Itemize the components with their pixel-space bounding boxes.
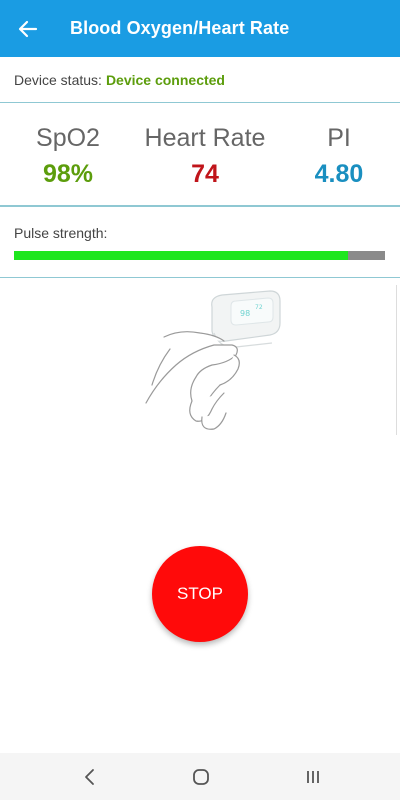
stop-button-label: STOP <box>177 584 223 603</box>
pulse-strength-fill <box>14 251 348 260</box>
heart-rate-metric: Heart Rate 74 <box>135 122 275 190</box>
arrow-left-icon <box>18 20 38 37</box>
device-status-label: Device status: <box>14 71 102 88</box>
back-nav-icon[interactable] <box>78 765 102 789</box>
back-button[interactable] <box>0 0 56 57</box>
spo2-metric: SpO2 98% <box>20 122 116 190</box>
finger-oximeter-illustration: 98 72 <box>140 285 290 435</box>
scroll-edge <box>396 285 400 435</box>
pulse-strength-bar <box>14 251 385 260</box>
home-nav-icon[interactable] <box>189 765 213 789</box>
spo2-label: SpO2 <box>36 124 100 152</box>
svg-text:98: 98 <box>240 309 250 318</box>
hand-illustration <box>145 331 240 430</box>
pi-label: PI <box>327 124 351 152</box>
svg-text:72: 72 <box>255 304 263 311</box>
heart-rate-value: 74 <box>191 160 219 188</box>
pulse-strength-card: Pulse strength: <box>0 207 400 278</box>
heart-rate-label: Heart Rate <box>144 124 266 152</box>
device-status-row: Device status: Device connected <box>0 57 400 103</box>
pulse-strength-label: Pulse strength: <box>14 225 108 241</box>
spo2-value: 98% <box>42 160 94 188</box>
pi-metric: PI 4.80 <box>298 122 380 190</box>
recents-nav-icon[interactable] <box>301 765 325 789</box>
pi-value: 4.80 <box>314 160 364 188</box>
stop-button[interactable]: STOP <box>152 546 248 642</box>
oximeter-device-icon: 98 72 <box>211 290 281 348</box>
system-nav-bar <box>0 753 400 800</box>
device-status-value: Device connected <box>105 71 225 88</box>
metrics-card: SpO2 98% Heart Rate 74 PI 4.80 <box>0 104 400 207</box>
app-bar: Blood Oxygen/Heart Rate <box>0 0 400 57</box>
page-title: Blood Oxygen/Heart Rate <box>70 18 290 38</box>
